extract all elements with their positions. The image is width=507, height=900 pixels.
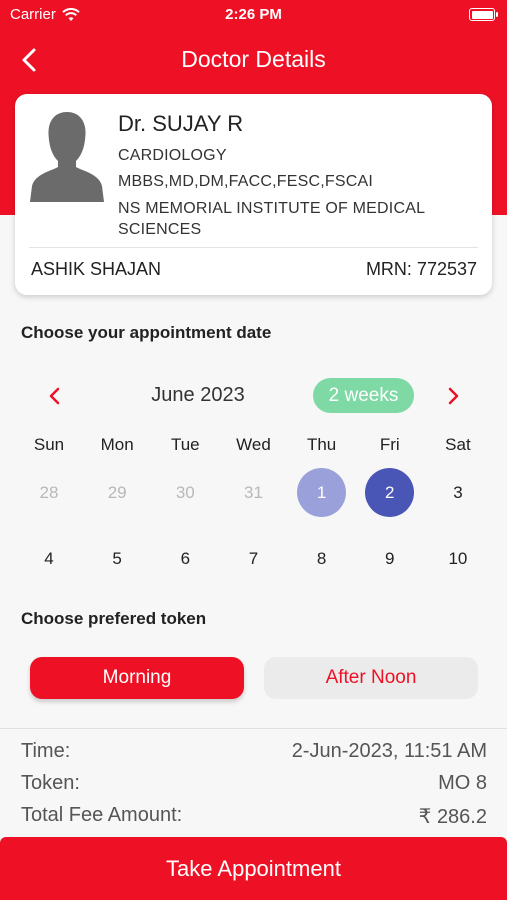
calendar-grid: Sun Mon Tue Wed Thu Fri Sat 28 29 30 31 … [15, 432, 492, 590]
date-section-title: Choose your appointment date [21, 323, 272, 342]
calendar-week-row: 28 29 30 31 1 2 3 [15, 461, 492, 524]
chevron-left-icon [49, 387, 60, 405]
take-appointment-button[interactable]: Take Appointment [0, 837, 507, 900]
token-label: Token: [21, 772, 80, 794]
calendar-day[interactable]: 3 [433, 468, 482, 517]
calendar-day-selected[interactable]: 2 [365, 468, 415, 517]
previous-month-button[interactable] [43, 384, 67, 408]
calendar-day[interactable]: 8 [297, 534, 346, 583]
calendar-day-disabled: 28 [39, 483, 59, 502]
calendar-day[interactable]: 5 [93, 534, 142, 583]
doctor-card: Dr. SUJAY R CARDIOLOGY MBBS,MD,DM,FACC,F… [15, 94, 492, 295]
status-time: 2:26 PM [225, 6, 282, 23]
next-month-button[interactable] [441, 384, 465, 408]
doctor-specialty: CARDIOLOGY [118, 147, 227, 164]
time-value: 2-Jun-2023, 11:51 AM [291, 740, 487, 762]
weekday-label: Tue [170, 435, 200, 454]
card-divider [29, 247, 478, 248]
token-section-title: Choose prefered token [21, 609, 207, 628]
calendar-day-disabled: 31 [244, 483, 263, 502]
doctor-hospital: NS MEMORIAL INSTITUTE OF MEDICAL SCIENCE… [118, 200, 425, 238]
calendar-month: June 2023 [151, 384, 245, 406]
doctor-name: Dr. SUJAY R [118, 111, 244, 136]
time-label: Time: [21, 740, 71, 762]
navigation-bar: Doctor Details [0, 36, 507, 84]
fee-value: ₹ 286.2 [418, 806, 487, 828]
weekday-label: Wed [236, 435, 271, 454]
summary-token-row: Token: MO 8 [21, 772, 487, 795]
summary-time-row: Time: 2-Jun-2023, 11:51 AM [21, 740, 487, 763]
weekday-label: Sat [445, 435, 471, 454]
afternoon-token-button[interactable]: After Noon [264, 657, 478, 699]
weekday-row: Sun Mon Tue Wed Thu Fri Sat [15, 432, 492, 458]
calendar-day-disabled: 30 [175, 483, 195, 502]
calendar-day-today[interactable]: 1 [297, 468, 347, 517]
calendar-day[interactable]: 9 [365, 534, 414, 583]
morning-token-button[interactable]: Morning [30, 657, 244, 699]
doctor-qualifications: MBBS,MD,DM,FACC,FESC,FSCAI [118, 173, 373, 190]
weekday-label: Mon [100, 435, 134, 454]
weekday-label: Thu [306, 435, 337, 454]
fee-label: Total Fee Amount: [21, 804, 183, 826]
calendar-day[interactable]: 10 [433, 534, 482, 583]
status-bar: Carrier 2:26 PM [0, 0, 507, 30]
summary-fee-row: Total Fee Amount: ₹ 286.2 [21, 804, 487, 829]
patient-name: ASHIK SHAJAN [31, 259, 162, 279]
calendar-day[interactable]: 6 [161, 534, 210, 583]
range-toggle-pill[interactable]: 2 weeks [313, 378, 414, 413]
calendar-day[interactable]: 4 [25, 534, 74, 583]
battery-icon [469, 8, 498, 21]
calendar-day-disabled: 29 [107, 483, 127, 502]
calendar-week-row: 4 5 6 7 8 9 10 [15, 527, 492, 590]
calendar-day[interactable]: 7 [229, 534, 278, 583]
weekday-label: Fri [379, 435, 400, 454]
doctor-avatar-icon [30, 112, 104, 202]
weekday-label: Sun [33, 435, 65, 454]
patient-mrn: MRN: 772537 [365, 259, 477, 279]
page-title: Doctor Details [181, 46, 326, 72]
chevron-right-icon [448, 387, 459, 405]
token-value: MO 8 [438, 772, 487, 794]
summary-divider [0, 728, 507, 729]
